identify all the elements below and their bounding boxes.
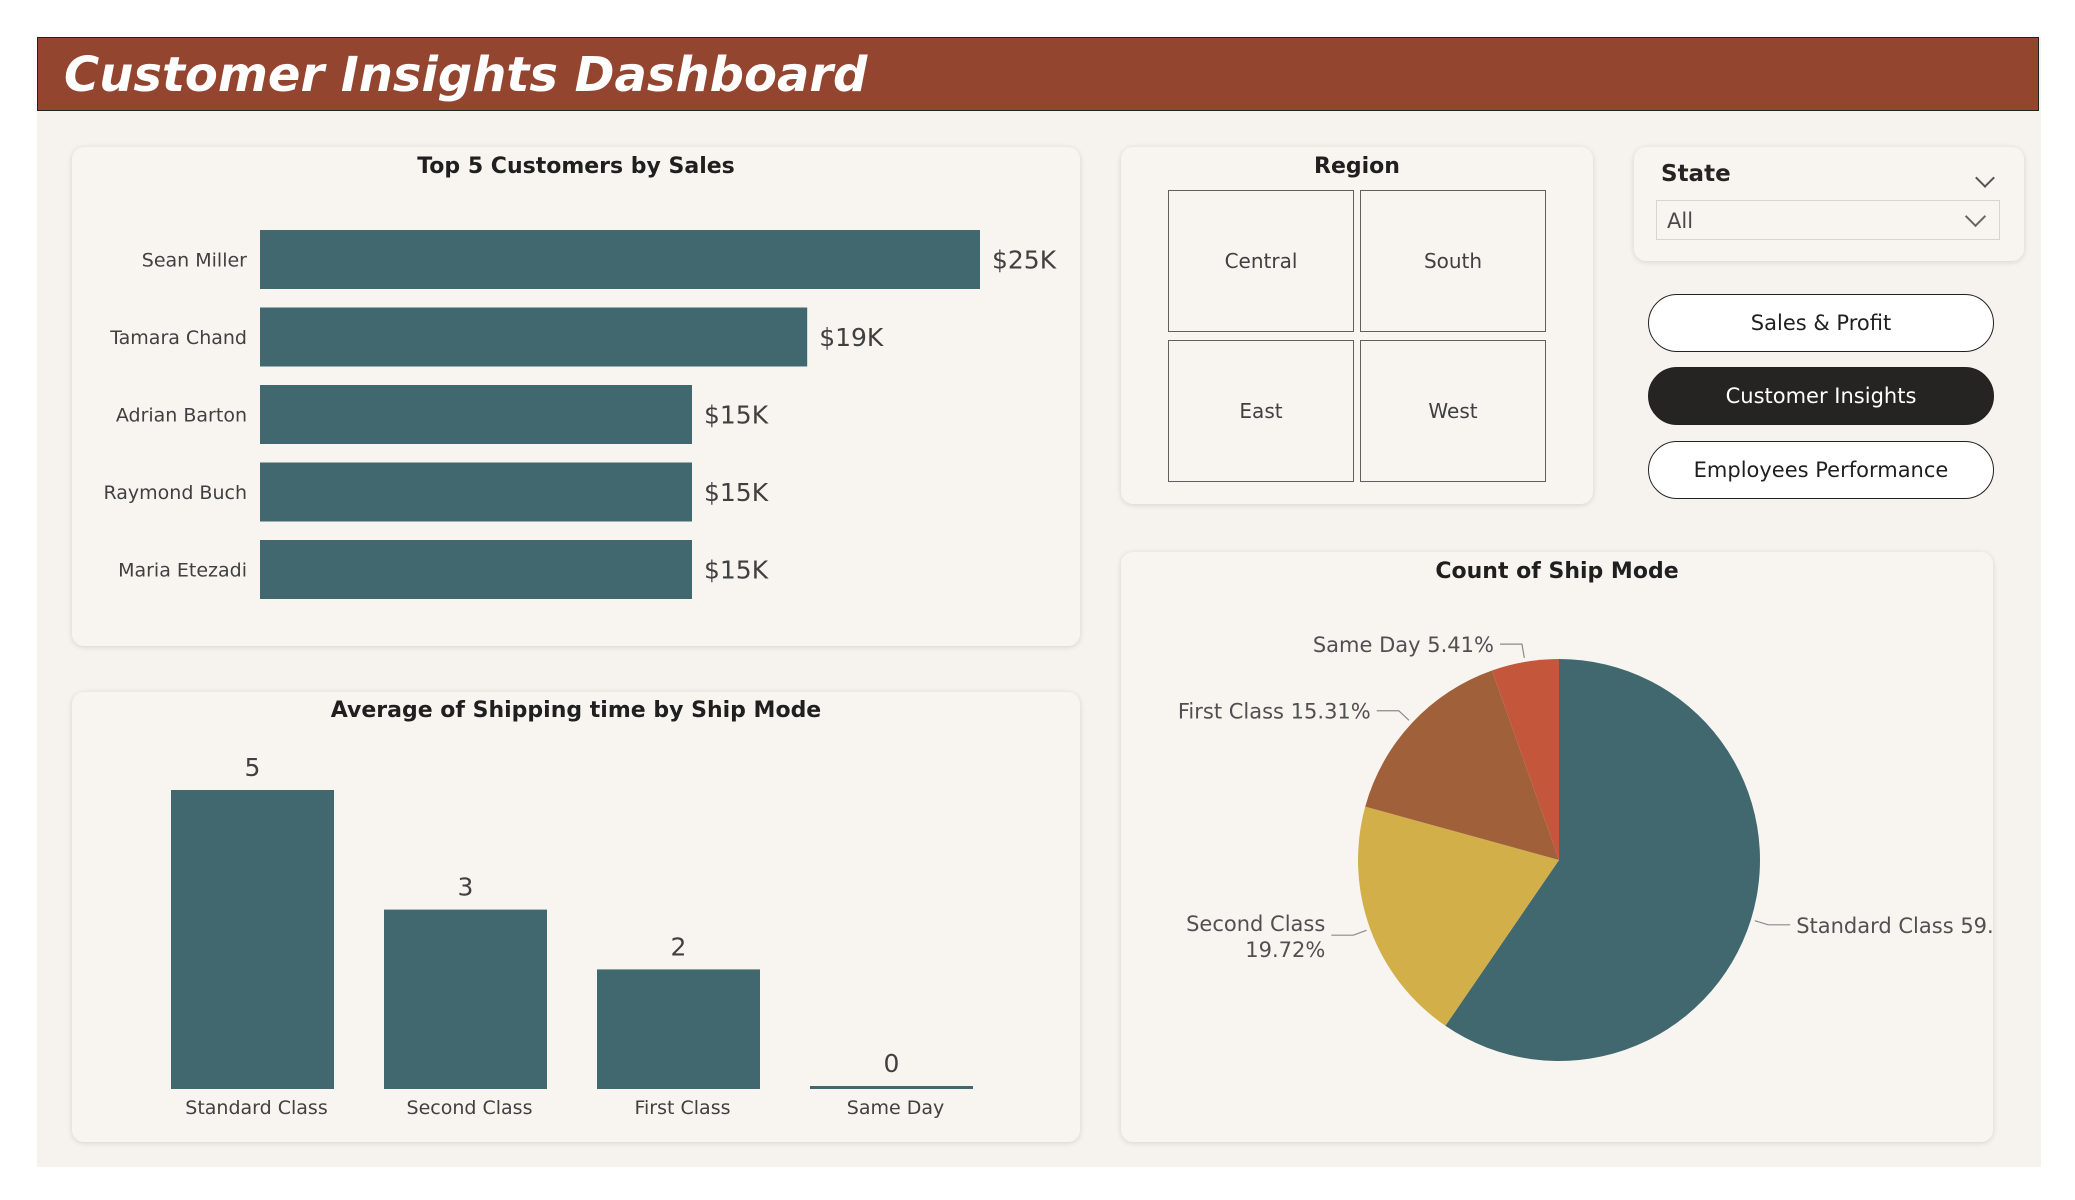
chevron-down-icon[interactable] xyxy=(1975,168,1995,188)
shipping-value-label: 3 xyxy=(458,873,474,902)
dashboard-header: Customer Insights Dashboard xyxy=(37,37,2039,111)
shipping-bar[interactable] xyxy=(597,969,760,1089)
chevron-down-icon xyxy=(1964,205,1987,228)
pie-leader-line xyxy=(1499,643,1525,659)
top-customers-chart: Sean Miller $25K Tamara Chand $19K Adrian Ba… xyxy=(103,230,1057,599)
shipping-time-card: Average of Shipping time by Ship Mode 5S… xyxy=(72,692,1080,1142)
customer-label: Tamara Chand xyxy=(109,327,247,349)
pie-leader-line xyxy=(1376,710,1410,721)
shipping-value-label: 5 xyxy=(245,753,261,782)
ship-mode-axis-label: Second Class xyxy=(407,1097,533,1119)
pie-label: Second Class xyxy=(1186,912,1325,936)
state-dropdown-value: All xyxy=(1667,209,1694,233)
customer-label: Maria Etezadi xyxy=(118,560,247,582)
customer-label: Raymond Buch xyxy=(103,482,247,504)
pie-label: Standard Class 59.57% xyxy=(1796,914,1993,938)
customer-bar[interactable] xyxy=(260,540,692,599)
customer-value-label: $19K xyxy=(819,323,884,352)
shipping-bar[interactable] xyxy=(384,909,547,1089)
region-title: Region xyxy=(1314,154,1400,179)
sales-profit-button[interactable]: Sales & Profit xyxy=(1648,294,1994,352)
customer-value-label: $15K xyxy=(704,401,769,430)
employees-performance-button[interactable]: Employees Performance xyxy=(1648,441,1994,499)
ship-mode-axis-label: Same Day xyxy=(847,1097,944,1119)
region-tile-west[interactable]: West xyxy=(1360,340,1546,482)
ship-mode-pie-chart: Standard Class 59.57% Second Class19.72% F… xyxy=(1178,633,1993,1061)
region-tile-central[interactable]: Central xyxy=(1168,190,1354,332)
pie-label: First Class 15.31% xyxy=(1178,700,1371,724)
state-slicer-title: State xyxy=(1661,161,1731,187)
region-tile-east[interactable]: East xyxy=(1168,340,1354,482)
shipping-bar[interactable] xyxy=(171,790,334,1089)
customer-value-label: $15K xyxy=(704,478,769,507)
shipping-bar[interactable] xyxy=(810,1086,973,1089)
customer-bar[interactable] xyxy=(260,307,808,367)
ship-mode-axis-label: First Class xyxy=(634,1097,730,1119)
customer-insights-button[interactable]: Customer Insights xyxy=(1648,367,1994,425)
state-dropdown[interactable]: All xyxy=(1656,200,2000,240)
customer-label: Adrian Barton xyxy=(116,405,247,427)
customer-bar[interactable] xyxy=(260,385,692,444)
dashboard-title: Customer Insights Dashboard xyxy=(64,47,868,103)
ship-mode-card: Count of Ship Mode Standard Class 59.57%… xyxy=(1121,552,1993,1142)
ship-mode-axis-label: Standard Class xyxy=(185,1097,327,1119)
state-slicer-card: State All xyxy=(1634,147,2024,261)
pie-label: 19.72% xyxy=(1245,938,1325,962)
customer-bar[interactable] xyxy=(260,462,692,522)
pie-leader-line xyxy=(1754,920,1791,926)
shipping-value-label: 2 xyxy=(671,932,687,961)
region-tile-south[interactable]: South xyxy=(1360,190,1546,332)
customer-value-label: $15K xyxy=(704,556,769,585)
pie-label: Same Day 5.41% xyxy=(1313,633,1494,657)
region-card: Region Central South East West xyxy=(1121,147,1593,504)
customer-bar[interactable] xyxy=(260,230,980,289)
top-customers-card: Top 5 Customers by Sales Sean Miller $25K… xyxy=(72,147,1080,646)
shipping-value-label: 0 xyxy=(884,1049,900,1078)
customer-label: Sean Miller xyxy=(142,250,247,272)
pie-leader-line xyxy=(1331,929,1367,936)
customer-value-label: $25K xyxy=(992,246,1057,275)
shipping-time-chart: 5 Standard Class 3 Second Class 2 First Class… xyxy=(171,753,973,1119)
